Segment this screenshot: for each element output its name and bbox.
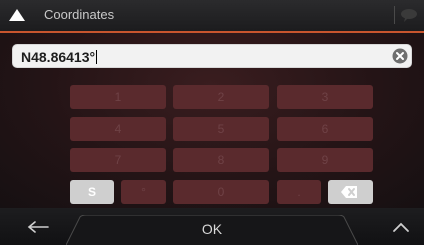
- key-2[interactable]: 2: [173, 85, 269, 109]
- coordinate-value: N48.86413°: [21, 49, 96, 65]
- key-0[interactable]: 0: [173, 180, 269, 204]
- key-decimal[interactable]: .: [277, 180, 321, 204]
- page-title: Coordinates: [44, 7, 115, 22]
- key-7[interactable]: 7: [70, 148, 166, 172]
- chevron-up-icon[interactable]: [392, 221, 410, 233]
- keyboard-area: N48.86413° 1 2 3 4 5 6 7 8 9 S ° 0 .: [0, 33, 424, 208]
- coordinate-input[interactable]: N48.86413°: [12, 44, 412, 68]
- collapse-up-icon[interactable]: [8, 7, 26, 23]
- chat-bubble-icon: [401, 9, 417, 22]
- clear-icon[interactable]: [392, 48, 408, 64]
- title-bar: Coordinates: [0, 0, 424, 32]
- key-6[interactable]: 6: [277, 117, 373, 141]
- key-5[interactable]: 5: [173, 117, 269, 141]
- key-3[interactable]: 3: [277, 85, 373, 109]
- key-1[interactable]: 1: [70, 85, 166, 109]
- key-9[interactable]: 9: [277, 148, 373, 172]
- text-cursor: [96, 50, 98, 64]
- key-4[interactable]: 4: [70, 117, 166, 141]
- divider: [394, 6, 395, 24]
- ok-button[interactable]: OK: [0, 221, 424, 237]
- backspace-key[interactable]: [328, 180, 373, 204]
- bottom-bar: OK: [0, 208, 424, 245]
- key-8[interactable]: 8: [173, 148, 269, 172]
- backspace-icon: [341, 186, 357, 198]
- key-degree[interactable]: °: [121, 180, 166, 204]
- key-hemisphere-s[interactable]: S: [70, 180, 114, 204]
